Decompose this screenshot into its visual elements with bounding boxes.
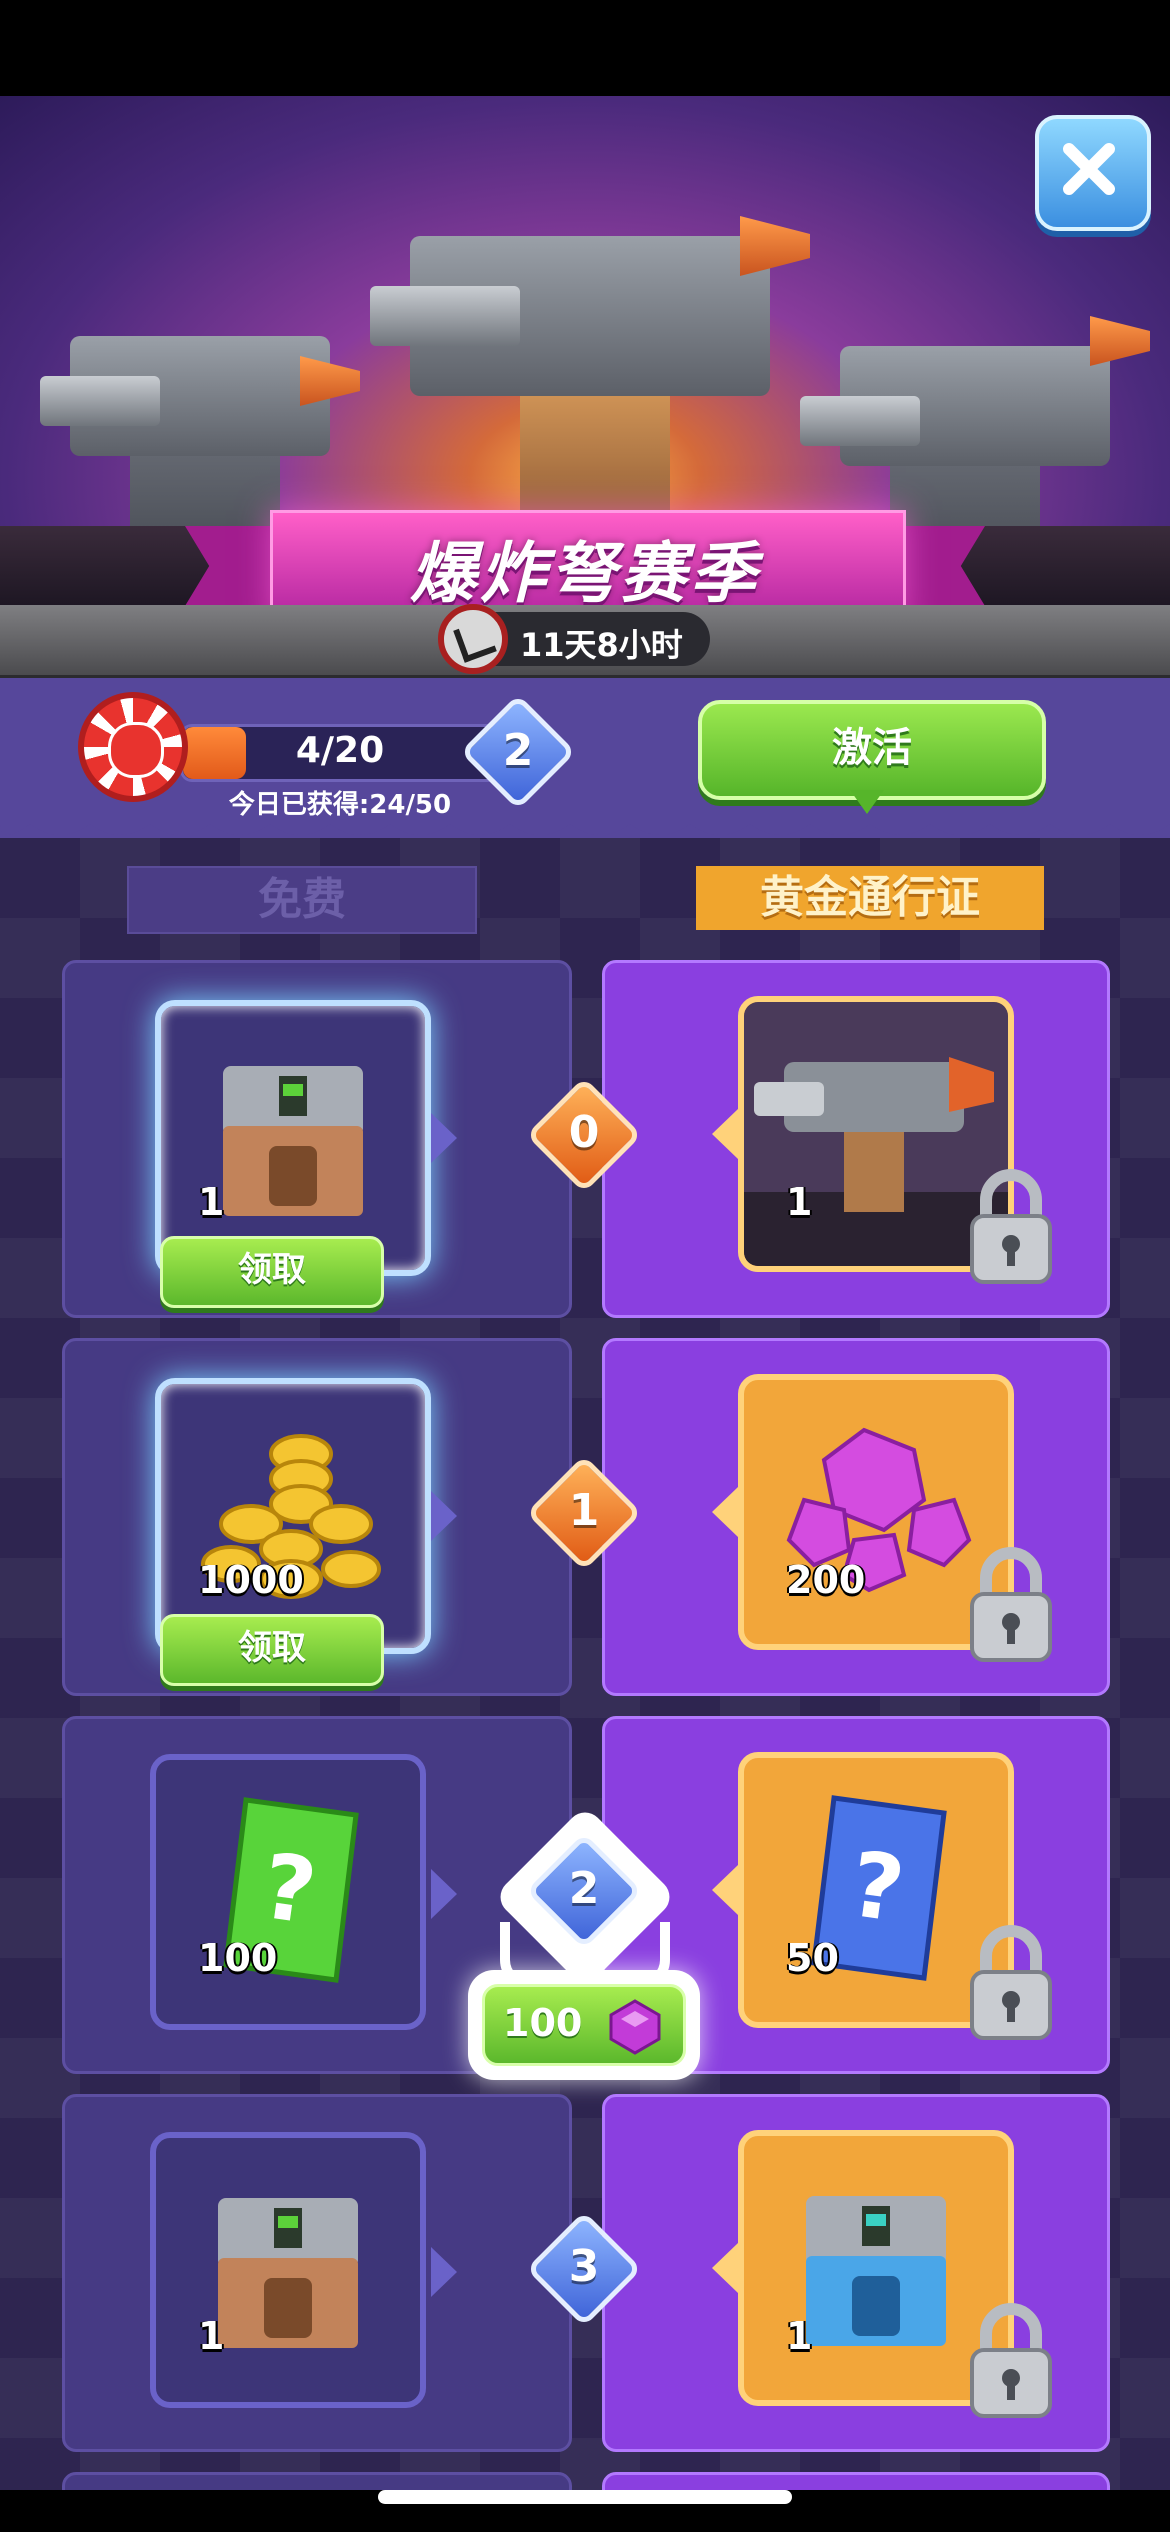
free-reward-qty: 1000 (198, 1558, 304, 1602)
today-earned: 今日已获得:24/50 (228, 790, 452, 820)
gold-coins-icon (201, 1434, 381, 1599)
free-reward-qty: 1 (198, 2314, 225, 2358)
free-reward-slot[interactable] (150, 2132, 426, 2408)
clock-icon (438, 604, 508, 674)
level-number: 3 (568, 2241, 600, 2292)
claim-label: 领取 (238, 1250, 306, 1290)
free-reward-slot[interactable]: ? (150, 1754, 426, 2030)
status-bar (0, 0, 1170, 96)
lock-icon (970, 1547, 1052, 1662)
close-button[interactable] (1035, 115, 1151, 231)
close-icon (1063, 143, 1115, 195)
level-number: 2 (568, 1863, 600, 1914)
season-timer: 11天8小时 (520, 626, 683, 664)
activate-label: 激活 (832, 725, 912, 771)
current-level: 2 (502, 725, 534, 776)
free-reward-qty: 1 (198, 1180, 225, 1224)
level-number: 1 (568, 1485, 600, 1536)
activate-button[interactable]: 激活 (698, 700, 1046, 800)
buy-level-price: 100 (503, 2001, 583, 2045)
green-mystery-card-icon: ? (223, 1797, 359, 1983)
season-title: 爆炸弩赛季 (410, 535, 760, 612)
purple-gem-icon (609, 1999, 661, 2055)
claim-label: 领取 (238, 1628, 306, 1668)
home-indicator[interactable] (378, 2490, 792, 2504)
gold-reward-qty: 1 (786, 1180, 813, 1224)
free-reward-slot[interactable] (155, 1378, 431, 1654)
gold-pass-header: 黄金通行证 (696, 866, 1044, 930)
claim-button[interactable]: 领取 (160, 1236, 384, 1308)
poker-chip-icon (78, 692, 188, 802)
iron-chest-icon (223, 1066, 363, 1216)
progress-label: 4/20 (295, 730, 385, 771)
claim-button[interactable]: 领取 (160, 1614, 384, 1686)
crossbow-turret-center-icon (370, 176, 810, 576)
free-track-header: 免费 (127, 866, 477, 934)
gold-reward-qty: 200 (786, 1558, 866, 1602)
level-number: 0 (568, 1107, 600, 1158)
lock-icon (970, 1925, 1052, 2040)
lock-icon (970, 1169, 1052, 1284)
lock-icon (970, 2303, 1052, 2418)
gold-reward-qty: 1 (786, 2314, 813, 2358)
iron-chest-icon (218, 2198, 358, 2348)
buy-level-button[interactable]: 100 (482, 1984, 686, 2066)
free-reward-slot[interactable] (155, 1000, 431, 1276)
free-reward-qty: 100 (198, 1936, 278, 1980)
gold-reward-qty: 50 (786, 1936, 839, 1980)
